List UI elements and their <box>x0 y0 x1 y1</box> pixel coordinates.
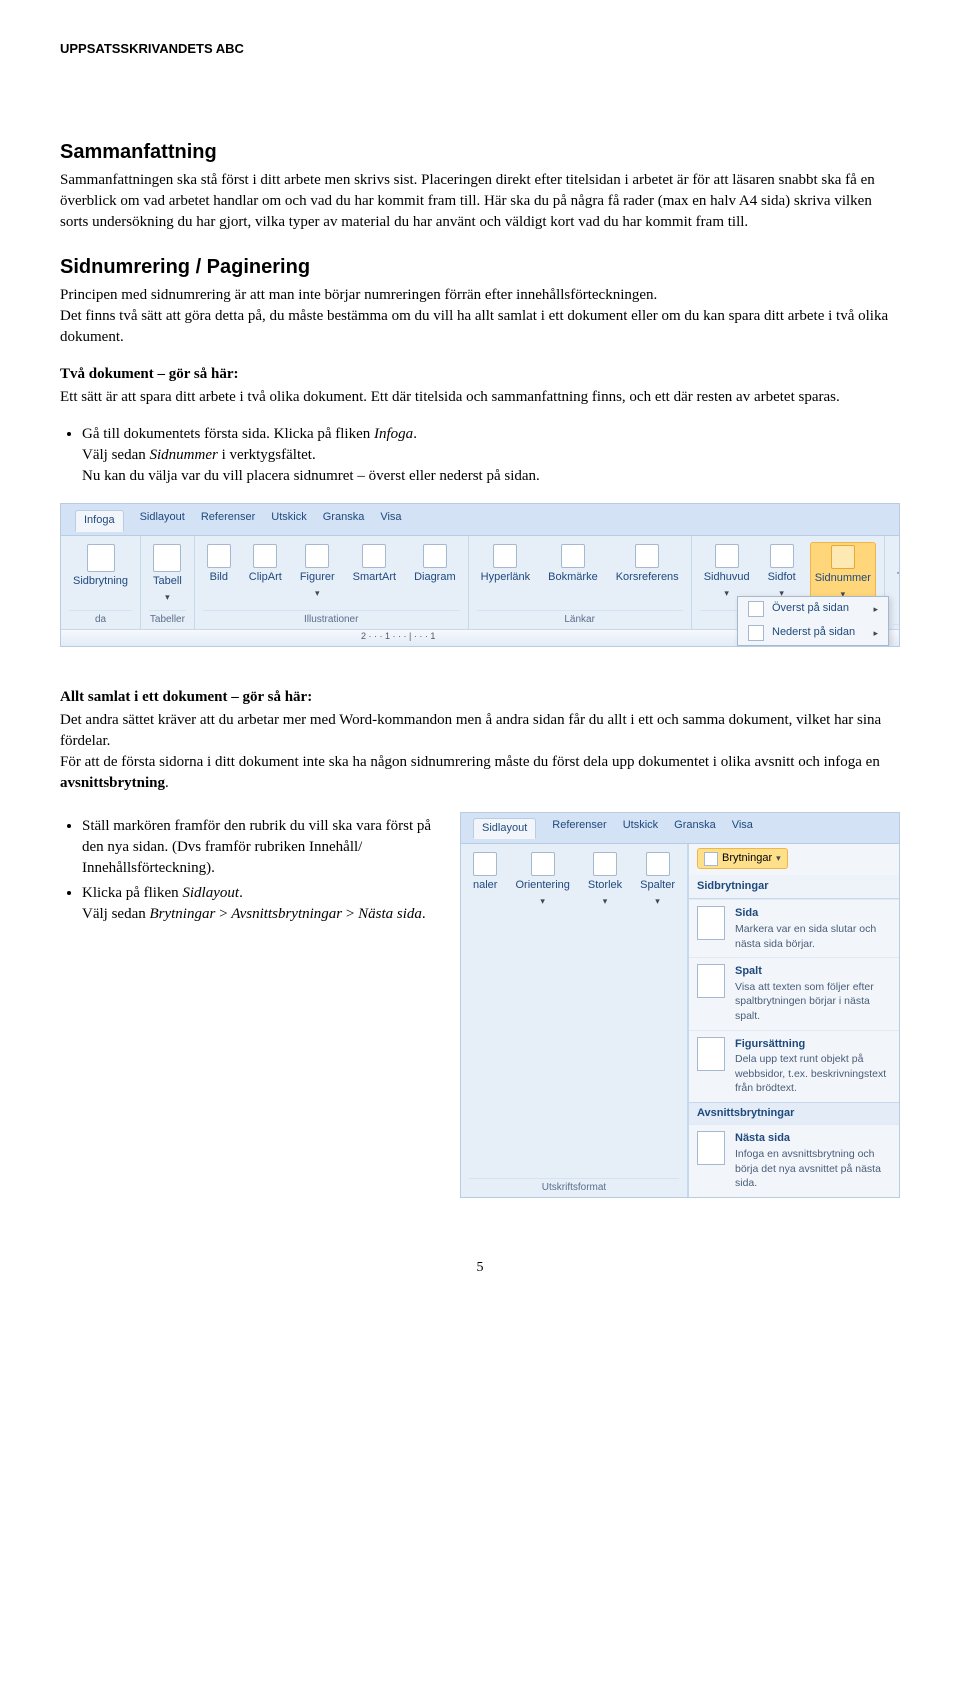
btn-orientering[interactable]: Orientering▾ <box>511 850 573 910</box>
page-thumb-icon <box>697 906 725 940</box>
btn-brytningar[interactable]: Brytningar▾ <box>697 848 788 869</box>
tab2-visa[interactable]: Visa <box>732 818 753 838</box>
table-icon <box>153 544 181 572</box>
tab-visa[interactable]: Visa <box>380 510 401 530</box>
shapes-icon <box>305 544 329 568</box>
tab-sidlayout[interactable]: Sidlayout <box>140 510 185 530</box>
pagenumber-icon <box>831 545 855 569</box>
tab2-referenser[interactable]: Referenser <box>552 818 606 838</box>
tab2-granska[interactable]: Granska <box>674 818 716 838</box>
btn-hyperlank[interactable]: Hyperlänk <box>477 542 535 587</box>
ribbon-infoga: Infoga Sidlayout Referenser Utskick Gran… <box>60 503 900 646</box>
subhead-tva-dokument: Två dokument – gör så här: <box>60 364 900 385</box>
size-icon <box>593 852 617 876</box>
chart-icon <box>423 544 447 568</box>
tab-infoga[interactable]: Infoga <box>75 510 124 531</box>
page-header: UPPSATSSKRIVANDETS ABC <box>60 40 900 58</box>
footer-icon <box>770 544 794 568</box>
tab-utskick[interactable]: Utskick <box>271 510 306 530</box>
list-item: Gå till dokumentets första sida. Klicka … <box>82 424 900 487</box>
ribbon-tabs: Infoga Sidlayout Referenser Utskick Gran… <box>61 504 899 535</box>
btn-naler[interactable]: naler <box>469 850 501 910</box>
btn-sidfot[interactable]: Sidfot▾ <box>764 542 800 604</box>
btn-bild[interactable]: Bild <box>203 542 235 602</box>
picture-icon <box>207 544 231 568</box>
para-sidnum-1: Principen med sidnumrering är att man in… <box>60 285 900 348</box>
btn-bokmarke[interactable]: Bokmärke <box>544 542 602 587</box>
mega-spalt[interactable]: SpaltVisa att texten som följer efter sp… <box>689 957 899 1029</box>
btn-spalter[interactable]: Spalter▾ <box>636 850 679 910</box>
nextpage-thumb-icon <box>697 1131 725 1165</box>
dd-overst[interactable]: Överst på sidan▸ <box>738 597 888 621</box>
btn-figurer[interactable]: Figurer▾ <box>296 542 339 602</box>
subhead-allt-samlat: Allt samlat i ett dokument – gör så här: <box>60 687 900 708</box>
tab-granska[interactable]: Granska <box>323 510 365 530</box>
mega-figursattning[interactable]: FigursättningDela upp text runt objekt p… <box>689 1030 899 1102</box>
heading-sammanfattning: Sammanfattning <box>60 138 900 166</box>
para-sammanfattning: Sammanfattningen ska stå först i ditt ar… <box>60 170 900 233</box>
mega-cat-avsnitt: Avsnittsbrytningar <box>689 1102 899 1124</box>
mega-sida[interactable]: SidaMarkera var en sida slutar och nästa… <box>689 899 899 957</box>
page-number: 5 <box>60 1258 900 1278</box>
page-break-icon <box>87 544 115 572</box>
ribbon-sidlayout: Sidlayout Referenser Utskick Granska Vis… <box>460 812 900 1198</box>
bottom-of-page-icon <box>748 625 764 641</box>
para-tvadok: Ett sätt är att spara ditt arbete i två … <box>60 387 900 408</box>
wrap-thumb-icon <box>697 1037 725 1071</box>
clipart-icon <box>253 544 277 568</box>
btn-korsreferens[interactable]: Korsreferens <box>612 542 683 587</box>
group-sidbrytning: Sidbrytning da <box>61 536 141 629</box>
btn-sidbrytning[interactable]: Sidbrytning <box>69 542 132 591</box>
column-thumb-icon <box>697 964 725 998</box>
margins-icon <box>473 852 497 876</box>
crossref-icon <box>635 544 659 568</box>
btn-sidhuvud[interactable]: Sidhuvud▾ <box>700 542 754 604</box>
sidnummer-dropdown: Överst på sidan▸ Nederst på sidan▸ <box>737 596 889 646</box>
btn-smartart[interactable]: SmartArt <box>349 542 400 602</box>
orientation-icon <box>531 852 555 876</box>
group-utskriftsformat: naler Orientering▾ Storlek▾ Spalter▾ Uts… <box>461 844 688 1197</box>
group-lankar: Hyperlänk Bokmärke Korsreferens Länkar <box>469 536 692 629</box>
btn-diagram[interactable]: Diagram <box>410 542 460 602</box>
btn-textruta[interactable]: Textruta▾ <box>893 542 900 602</box>
mega-head-sidbrytningar: Sidbrytningar <box>689 875 899 899</box>
para-allt: Det andra sättet kräver att du arbetar m… <box>60 710 900 794</box>
tab2-utskick[interactable]: Utskick <box>623 818 658 838</box>
tab-referenser[interactable]: Referenser <box>201 510 255 530</box>
mega-nasta-sida[interactable]: Nästa sidaInfoga en avsnittsbrytning och… <box>689 1124 899 1196</box>
header-icon <box>715 544 739 568</box>
top-of-page-icon <box>748 601 764 617</box>
list-item: Klicka på fliken Sidlayout. Välj sedan B… <box>82 883 440 925</box>
btn-storlek[interactable]: Storlek▾ <box>584 850 626 910</box>
ribbon2-tabs: Sidlayout Referenser Utskick Granska Vis… <box>461 813 899 844</box>
list-item: Ställ markören framför den rubrik du vil… <box>82 816 440 879</box>
columns-icon <box>646 852 670 876</box>
group-illustrationer: Bild ClipArt Figurer▾ SmartArt Diagram I… <box>195 536 469 629</box>
tab2-sidlayout[interactable]: Sidlayout <box>473 818 536 839</box>
btn-sidnummer[interactable]: Sidnummer▾ <box>810 542 876 604</box>
bookmark-icon <box>561 544 585 568</box>
dd-nederst[interactable]: Nederst på sidan▸ <box>738 621 888 645</box>
hyperlink-icon <box>493 544 517 568</box>
smartart-icon <box>362 544 386 568</box>
btn-tabell[interactable]: Tabell▾ <box>149 542 186 606</box>
list-tvadok: Gå till dokumentets första sida. Klicka … <box>60 424 900 487</box>
heading-sidnumrering: Sidnumrering / Paginering <box>60 253 900 281</box>
breaks-icon <box>704 852 718 866</box>
group-tabeller: Tabell▾ Tabeller <box>141 536 195 629</box>
btn-clipart[interactable]: ClipArt <box>245 542 286 602</box>
brytningar-panel: Brytningar▾ Sidbrytningar SidaMarkera va… <box>688 844 899 1197</box>
list-allt: Ställ markören framför den rubrik du vil… <box>60 816 440 925</box>
